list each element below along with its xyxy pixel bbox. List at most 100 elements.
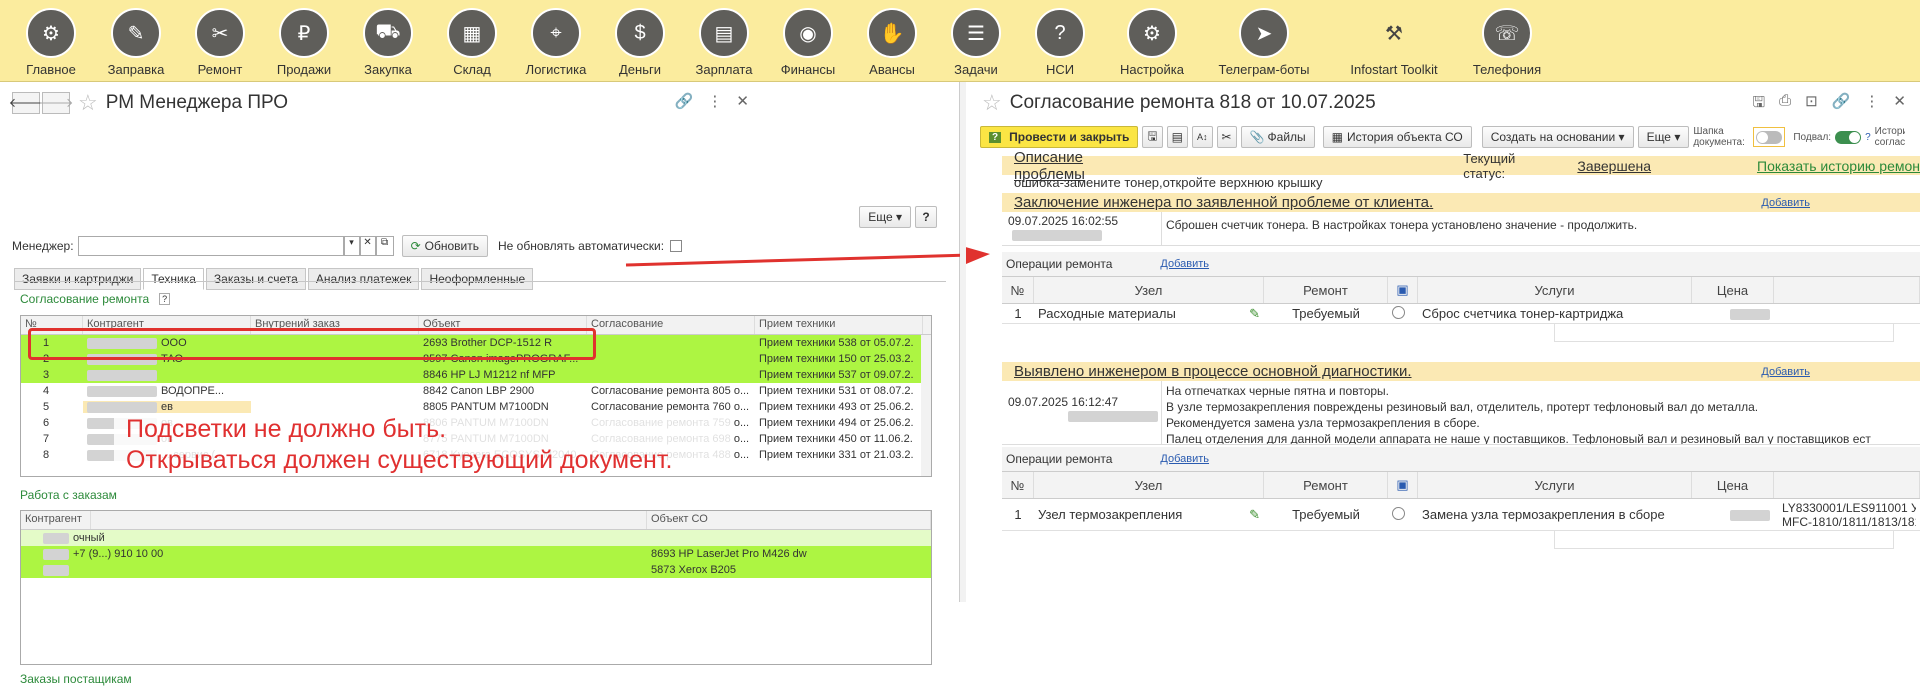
header-blank[interactable] — [91, 511, 647, 529]
footer-toggle[interactable] — [1835, 131, 1861, 144]
nav-item-3[interactable]: ₽Продажи — [262, 0, 346, 81]
header-kontragent[interactable]: Контрагент — [21, 511, 91, 529]
nav-item-13[interactable]: ⚙Настройка — [1102, 0, 1202, 81]
grid1-header-4[interactable]: Согласование — [587, 316, 755, 334]
add-diag-link[interactable]: Добавить — [1761, 366, 1810, 378]
tab-3[interactable]: Анализ платежек — [308, 268, 420, 290]
nav-item-11[interactable]: ☰Задачи — [934, 0, 1018, 81]
radio-icon[interactable] — [1392, 306, 1405, 319]
post-close-button[interactable]: ?Провести и закрыть — [980, 126, 1138, 148]
header-object[interactable]: Объект СО — [647, 511, 931, 529]
nav-item-8[interactable]: ▤Зарплата — [682, 0, 766, 81]
help-icon[interactable]: ? — [1865, 132, 1871, 143]
ops1-header-4[interactable]: Услуги — [1418, 277, 1692, 303]
nav-item-16[interactable]: ☏Телефония — [1462, 0, 1552, 81]
settings-icon[interactable]: ? — [159, 293, 170, 305]
nav-item-6[interactable]: ⌖Логистика — [514, 0, 598, 81]
left-help-button[interactable]: ? — [915, 206, 937, 228]
nav-item-10[interactable]: ✋Авансы — [850, 0, 934, 81]
header-toggle[interactable] — [1753, 127, 1785, 147]
back-arrow-icon[interactable]: 🡐 — [12, 92, 40, 114]
close-icon[interactable]: ✕ — [1893, 92, 1906, 117]
nav-item-0[interactable]: ⚙Главное — [8, 0, 94, 81]
table-settings-icon[interactable]: ▣ — [1388, 472, 1418, 498]
add-op-link-1[interactable]: Добавить — [1160, 258, 1209, 270]
preview-icon[interactable]: ⊡ — [1805, 92, 1818, 117]
clear-icon[interactable]: ✕ — [360, 236, 376, 256]
table-row[interactable]: 5ев8805 PANTUM M7100DNСогласование ремон… — [21, 399, 931, 415]
table-row[interactable]: очный — [21, 530, 931, 546]
ops1-header-0[interactable]: № — [1002, 277, 1034, 303]
cut-icon[interactable]: ✂ — [1217, 126, 1237, 148]
dropdown-icon[interactable]: ▾ — [344, 236, 360, 256]
add-conclusion-link[interactable]: Добавить — [1761, 197, 1810, 209]
history-short-label: Истори согласо — [1875, 126, 1905, 148]
print-icon[interactable]: ⎙ — [1779, 92, 1791, 117]
table-row[interactable]: 5873 Xerox B205 — [21, 562, 931, 578]
ops1-header-2[interactable]: Ремонт — [1264, 277, 1388, 303]
pencil-icon[interactable]: ✎ — [1249, 507, 1260, 523]
ops2-header-5[interactable]: Цена — [1692, 472, 1774, 498]
save-doc-icon[interactable]: 🖫 — [1142, 126, 1162, 148]
right-more-button[interactable]: Еще ▾ — [1638, 126, 1690, 148]
ops2-header-0[interactable]: № — [1002, 472, 1034, 498]
op-extra: LY8330001/LES911001 УзелMFC-1810/1811/18… — [1774, 501, 1920, 529]
more-vertical-icon[interactable]: ⋮ — [1864, 92, 1879, 117]
link-icon[interactable]: 🔗 — [1832, 92, 1851, 117]
tab-4[interactable]: Неоформленные — [421, 268, 533, 290]
table-row[interactable]: 38846 HP LJ M1212 nf MFPПрием техники 53… — [21, 367, 931, 383]
grid1-header-5[interactable]: Прием техники — [755, 316, 923, 334]
nav-item-15[interactable]: ⚒Infostart Toolkit — [1326, 0, 1462, 81]
ops-row[interactable]: 1Узел термозакрепления✎ТребуемыйЗамена у… — [1002, 499, 1920, 531]
more-vertical-icon[interactable]: ⋮ — [707, 92, 722, 110]
nav-item-12[interactable]: ?НСИ — [1018, 0, 1102, 81]
nav-item-2[interactable]: ✂Ремонт — [178, 0, 262, 81]
save-icon[interactable]: 🖫 — [1752, 92, 1765, 117]
ops2-header-2[interactable]: Ремонт — [1264, 472, 1388, 498]
nav-item-4[interactable]: ⛟Закупка — [346, 0, 430, 81]
ops2-header-1[interactable]: Узел — [1034, 472, 1264, 498]
tab-2[interactable]: Заказы и счета — [206, 268, 306, 290]
forward-arrow-icon[interactable]: 🡒 — [42, 92, 70, 114]
favorite-star-icon[interactable]: ☆ — [78, 90, 98, 116]
refresh-button[interactable]: ⟳Обновить — [402, 235, 488, 257]
section-orders: Работа с заказам — [20, 488, 117, 502]
nav-item-1[interactable]: ✎Заправка — [94, 0, 178, 81]
close-icon[interactable]: ✕ — [736, 92, 749, 110]
radio-icon[interactable] — [1392, 507, 1405, 520]
nav-item-7[interactable]: $Деньги — [598, 0, 682, 81]
ops1-header-5[interactable]: Цена — [1692, 277, 1774, 303]
tab-1[interactable]: Техника — [143, 268, 204, 290]
files-button[interactable]: 📎Файлы — [1241, 126, 1315, 148]
ops-grid-1-header: №УзелРемонт▣УслугиЦена — [1002, 276, 1920, 304]
show-history-link[interactable]: Показать историю ремон — [1757, 158, 1920, 174]
ops1-header-1[interactable]: Узел — [1034, 277, 1264, 303]
history-button[interactable]: ▦История объекта СО — [1323, 126, 1472, 148]
sort-icon[interactable]: A↕ — [1192, 126, 1213, 148]
nav-item-9[interactable]: ◉Финансы — [766, 0, 850, 81]
open-icon[interactable]: ⧉ — [376, 236, 394, 256]
pencil-icon[interactable]: ✎ — [1249, 306, 1260, 322]
left-more-button[interactable]: Еще ▾ — [859, 206, 911, 228]
scrollbar[interactable] — [921, 335, 931, 476]
op-radio[interactable] — [1388, 306, 1418, 322]
cart-icon: ⛟ — [363, 8, 413, 58]
table-row[interactable]: +7 (9...) 910 10 008693 HP LaserJet Pro … — [21, 546, 931, 562]
nav-item-14[interactable]: ➤Телеграм-боты — [1202, 0, 1326, 81]
ops-row[interactable]: 1Расходные материалы✎ТребуемыйСброс счет… — [1002, 304, 1920, 324]
op-radio[interactable] — [1388, 507, 1418, 523]
ops2-header-4[interactable]: Услуги — [1418, 472, 1692, 498]
op-number: 1 — [1002, 306, 1034, 321]
create-based-button[interactable]: Создать на основании ▾ — [1482, 126, 1634, 148]
status-value[interactable]: Завершена — [1577, 158, 1651, 174]
add-op-link-2[interactable]: Добавить — [1160, 453, 1209, 465]
link-icon[interactable]: 🔗 — [675, 92, 694, 110]
doc-list-icon[interactable]: ▤ — [1167, 126, 1188, 148]
favorite-star-icon[interactable]: ☆ — [982, 90, 1002, 116]
table-row[interactable]: 4ВОДОПРЕ...8842 Canon LBP 2900Согласован… — [21, 383, 931, 399]
header-doc-label: Шапка документа: — [1693, 126, 1749, 148]
nav-item-5[interactable]: ▦Склад — [430, 0, 514, 81]
tab-0[interactable]: Заявки и картриджи — [14, 268, 141, 290]
manager-input[interactable] — [78, 236, 344, 256]
table-settings-icon[interactable]: ▣ — [1388, 277, 1418, 303]
